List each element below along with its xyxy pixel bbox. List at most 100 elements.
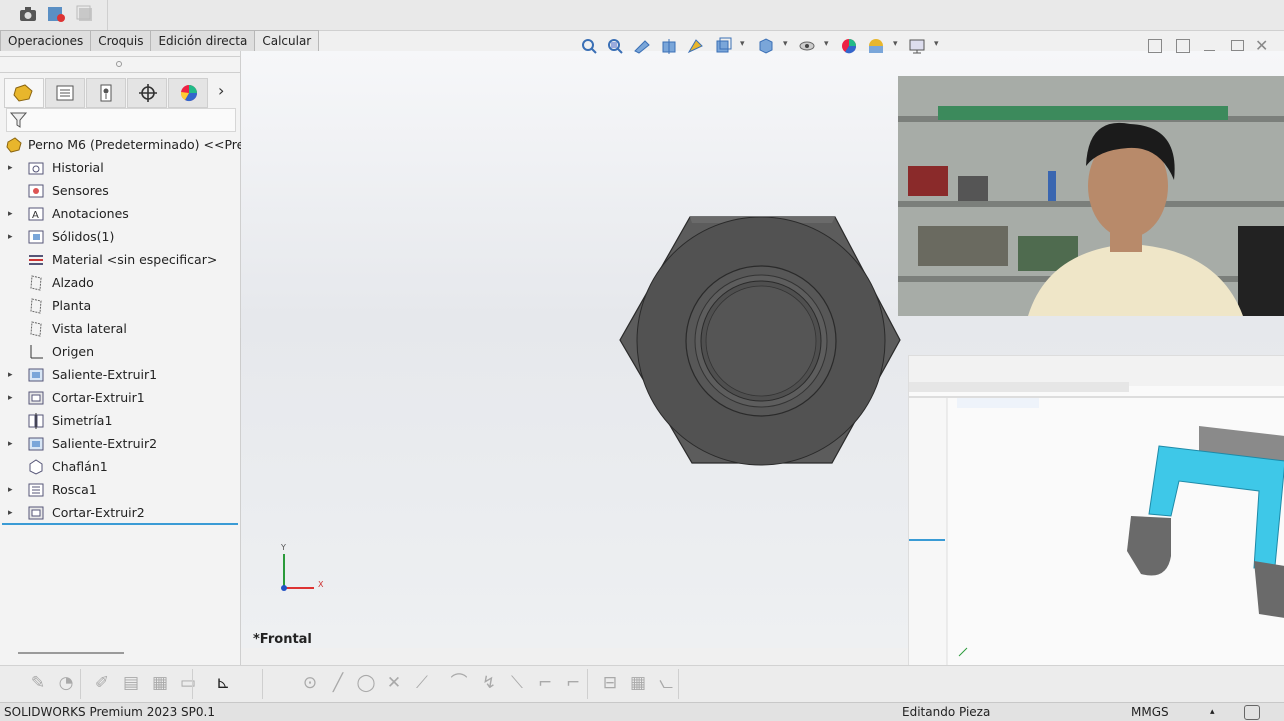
- tree-item-chaflán1[interactable]: Chaflán1: [0, 456, 240, 478]
- minimize-icon[interactable]: [1204, 50, 1215, 51]
- display-style-icon[interactable]: [757, 37, 775, 55]
- webcam-overlay: [898, 76, 1284, 316]
- expand-arrow-icon[interactable]: ▸: [8, 479, 16, 501]
- panel-grip-icon[interactable]: [116, 61, 122, 67]
- sketch-icon[interactable]: ✎: [28, 673, 48, 693]
- webcam-video-image: [898, 76, 1284, 316]
- circle-icon[interactable]: ▭: [178, 673, 198, 693]
- part-model-hex-bolt[interactable]: [610, 205, 910, 470]
- tree-item-saliente-extruir2[interactable]: ▸ Saliente-Extruir2: [0, 433, 240, 455]
- tree-item-vista-lateral[interactable]: Vista lateral: [0, 318, 240, 340]
- tree-item-saliente-extruir1[interactable]: ▸ Saliente-Extruir1: [0, 364, 240, 386]
- chevron-down-icon[interactable]: ▾: [934, 39, 939, 49]
- panel-tabs-more-icon[interactable]: ›: [218, 81, 224, 100]
- view-orientation-icon[interactable]: [714, 37, 732, 55]
- material-icon: [29, 255, 43, 265]
- expand-arrow-icon[interactable]: ▸: [8, 502, 16, 524]
- chevron-down-icon[interactable]: ▾: [824, 39, 829, 49]
- move-icon[interactable]: ↯: [479, 673, 499, 693]
- apply-scene-icon[interactable]: [867, 37, 885, 55]
- expand-arrow-icon[interactable]: ▸: [8, 203, 16, 225]
- screen-share-overlay: [908, 355, 1284, 670]
- feature-filter-input[interactable]: [6, 108, 236, 132]
- tree-item-alzado[interactable]: Alzado: [0, 272, 240, 294]
- dynamic-annotation-icon[interactable]: [686, 37, 704, 55]
- expand-arrow-icon[interactable]: ▸: [8, 387, 16, 409]
- tree-item-sensores[interactable]: Sensores: [0, 180, 240, 202]
- close-icon[interactable]: ✕: [1255, 36, 1268, 55]
- previous-view-icon[interactable]: [633, 37, 651, 55]
- tree-item-cortar-extruir1[interactable]: ▸ Cortar-Extruir1: [0, 387, 240, 409]
- linear-pattern-icon[interactable]: ⌒: [449, 673, 469, 693]
- expand-arrow-icon[interactable]: ▸: [8, 433, 16, 455]
- line-icon[interactable]: ✐: [92, 673, 112, 693]
- expand-arrow-icon[interactable]: ▸: [8, 364, 16, 386]
- trim-icon[interactable]: ╱: [328, 673, 348, 693]
- tree-item-historial[interactable]: ▸ Historial: [0, 157, 240, 179]
- smart-dimension-icon[interactable]: ◔: [56, 673, 76, 693]
- tab-edicion-directa[interactable]: Edición directa: [150, 30, 256, 52]
- view-settings-icon[interactable]: [908, 37, 926, 55]
- units-chevron-up-icon[interactable]: ▴: [1210, 703, 1215, 721]
- sketch-tool-icon[interactable]: ⊟: [600, 673, 620, 693]
- tree-item-planta[interactable]: Planta: [0, 295, 240, 317]
- tree-item-rosca1[interactable]: ▸ Rosca1: [0, 479, 240, 501]
- chevron-down-icon[interactable]: ▾: [740, 39, 745, 49]
- chevron-down-icon[interactable]: ▾: [783, 39, 788, 49]
- toolbar-divider: [80, 669, 81, 699]
- cut-extrude-icon: [28, 506, 44, 520]
- sketch-tool-icon[interactable]: ▦: [628, 673, 648, 693]
- tile-panel-icon[interactable]: [1176, 39, 1190, 53]
- edit-appearance-icon[interactable]: [840, 37, 858, 55]
- mirror-entities-icon[interactable]: ⟋: [412, 673, 432, 693]
- property-manager-tab[interactable]: [45, 78, 85, 108]
- zoom-to-fit-icon[interactable]: [580, 37, 598, 55]
- tree-item-anotaciones[interactable]: ▸ A Anotaciones: [0, 203, 240, 225]
- tree-item-label: Cortar-Extruir2: [52, 505, 145, 520]
- tab-calcular[interactable]: Calcular: [254, 30, 320, 52]
- restore-panel-icon[interactable]: [1148, 39, 1162, 53]
- relations-icon[interactable]: ⟍: [507, 673, 527, 693]
- rollback-bar[interactable]: [2, 523, 238, 525]
- offset-icon[interactable]: ✕: [384, 673, 404, 693]
- record-icon[interactable]: [45, 3, 67, 25]
- section-view-icon[interactable]: [660, 37, 678, 55]
- status-units[interactable]: MMGS: [1131, 703, 1169, 721]
- tree-root[interactable]: Perno M6 (Predeterminado) <<Predet: [0, 134, 265, 156]
- configuration-manager-tab[interactable]: [86, 78, 126, 108]
- tree-item-label: Alzado: [52, 275, 94, 290]
- display-manager-tab[interactable]: [168, 78, 208, 108]
- annotations-icon: A: [28, 207, 44, 221]
- tree-item-material-sin-especificar[interactable]: Material <sin especificar>: [0, 249, 240, 271]
- zoom-to-area-icon[interactable]: [606, 37, 624, 55]
- expand-arrow-icon[interactable]: ▸: [8, 226, 16, 248]
- tab-croquis[interactable]: Croquis: [90, 30, 152, 52]
- feature-manager-tab[interactable]: [4, 78, 44, 108]
- toolbar-divider: [587, 669, 588, 699]
- camera-icon[interactable]: [17, 3, 39, 25]
- tree-item-cortar-extruir2[interactable]: ▸ Cortar-Extruir2: [0, 502, 240, 524]
- tab-operaciones[interactable]: Operaciones: [0, 30, 92, 52]
- history-folder-icon: [28, 162, 44, 175]
- grid-icon[interactable]: ⌐: [535, 673, 555, 693]
- filter-icon: [9, 112, 28, 128]
- dimxpert-tab[interactable]: [127, 78, 167, 108]
- convert-icon[interactable]: ◯: [356, 673, 376, 693]
- panel-scrollbar[interactable]: [18, 652, 124, 654]
- tree-item-sólidos-1[interactable]: ▸ Sólidos(1): [0, 226, 240, 248]
- svg-text:A: A: [32, 210, 39, 221]
- tree-item-simetría1[interactable]: Simetría1: [0, 410, 240, 432]
- rectangle-icon[interactable]: ▤: [121, 673, 141, 693]
- expand-arrow-icon[interactable]: ▸: [8, 157, 16, 179]
- gallery-icon[interactable]: [74, 3, 96, 25]
- circle-tool-icon[interactable]: ⊙: [300, 673, 320, 693]
- line-tool-icon[interactable]: ⊾: [213, 673, 233, 693]
- fillet-icon[interactable]: ⌐: [563, 673, 583, 693]
- maximize-icon[interactable]: [1231, 40, 1244, 51]
- chevron-down-icon[interactable]: ▾: [893, 39, 898, 49]
- help-chat-icon[interactable]: [1244, 705, 1260, 720]
- sketch-tool-icon[interactable]: ⦦: [656, 673, 676, 693]
- slot-icon[interactable]: ▦: [150, 673, 170, 693]
- hide-show-items-icon[interactable]: [798, 37, 816, 55]
- tree-item-origen[interactable]: Origen: [0, 341, 240, 363]
